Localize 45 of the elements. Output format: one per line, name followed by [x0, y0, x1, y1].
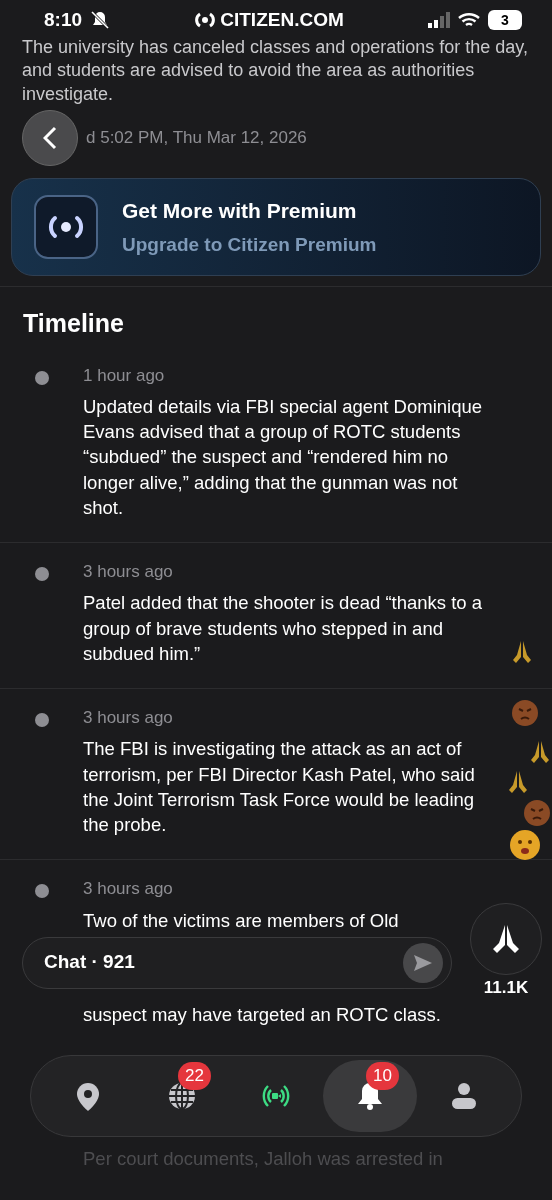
premium-banner[interactable]: Get More with Premium Upgrade to Citizen Premium — [11, 178, 541, 277]
face-icon — [510, 830, 540, 860]
notification-badge: 10 — [366, 1062, 399, 1090]
bell-muted-icon — [90, 10, 111, 30]
timeline-dot — [35, 712, 49, 727]
citizen-logo-icon — [194, 11, 217, 29]
status-time: 8:10 — [44, 7, 83, 32]
entry-time: 3 hours ago — [83, 706, 174, 729]
send-icon — [413, 953, 433, 972]
signal-icon — [428, 12, 450, 28]
article-paragraph: The university has canceled classes and operations for the day, and students are advised to avoid the area as authorities investigate. — [21, 36, 529, 106]
entry-text: Updated details via FBI special agent Dominique Evans advised that a group of ROTC students “subdued” the suspect and “rendered him no longer alive,” adding that the gunman was not shot. — [83, 395, 483, 520]
premium-title: Get More with Premium — [122, 198, 358, 225]
updated-time: d 5:02 PM, Thu Mar 12, 2026 — [86, 127, 307, 150]
entry-text: The FBI is investigating the attack as an act of terrorism, per FBI Director Kash Patel, who said the Joint Terrorism Task Force would be leading the probe. — [83, 737, 476, 837]
entry-time: 3 hours ago — [83, 560, 174, 583]
angry-face-icon — [512, 700, 538, 726]
premium-link[interactable]: Upgrade to Citizen Premium — [122, 230, 377, 260]
bell-icon — [355, 1081, 385, 1112]
entry-text: suspect may have targeted an ROTC class. — [83, 1003, 442, 1028]
send-button[interactable] — [403, 942, 443, 983]
praying-hands-icon — [512, 640, 532, 664]
entry-time: 3 hours ago — [83, 878, 174, 901]
tab-button[interactable]: 10 — [323, 1060, 417, 1133]
tab-button[interactable]: 22 — [135, 1060, 229, 1133]
timeline-dot — [35, 884, 49, 899]
profile-icon — [449, 1081, 479, 1112]
praying-hands-icon — [508, 770, 528, 794]
angry-face-icon — [524, 800, 550, 826]
premium-logo-icon — [34, 195, 98, 260]
praying-hands-icon — [530, 740, 550, 764]
notification-badge: 22 — [178, 1062, 211, 1090]
reaction-count: 11.1K — [483, 976, 529, 999]
entry-text: Patel added that the shooter is dead “thanks to a group of brave students who stepped in and subdued him.” — [83, 591, 484, 666]
chevron-left-icon — [43, 126, 57, 151]
entry-time: 1 hour ago — [83, 364, 166, 387]
timeline-dot — [35, 370, 49, 385]
chat-label: Chat · 921 — [44, 950, 135, 975]
wifi-icon — [458, 12, 480, 28]
entry-text: Two of the victims are members of Old — [83, 908, 400, 933]
site-name: CITIZEN.COM — [220, 7, 344, 32]
chat-bar[interactable]: Chat · 921 — [22, 936, 452, 989]
battery-icon: 3 — [488, 10, 522, 30]
timeline-dot — [35, 566, 49, 581]
timeline-heading: Timeline — [22, 308, 125, 340]
